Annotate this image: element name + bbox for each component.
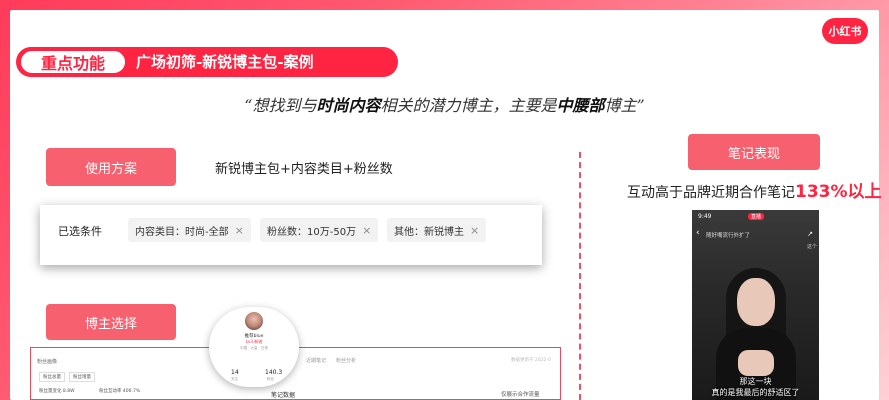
filter-label: 已选条件 xyxy=(58,225,102,238)
screen-tab-total[interactable]: 粉丝总量 xyxy=(39,372,65,382)
close-icon[interactable]: × xyxy=(235,224,244,237)
quote-bold-2: 中腰部 xyxy=(556,96,605,115)
perf-suffix: 以上 xyxy=(847,182,882,202)
filter-chip-category[interactable]: 内容类目：时尚-全部 × xyxy=(128,218,251,242)
phone-time: 9:49 xyxy=(698,213,712,220)
share-icon[interactable]: ↗ xyxy=(807,230,813,238)
stat-following-label: 关注 xyxy=(231,377,238,381)
phone-caption-2: 真的是我最后的舒适区了 xyxy=(711,388,800,397)
screen-row-1: 粉丝量变化 8.8W xyxy=(39,389,75,394)
portrait-face xyxy=(737,278,775,326)
phone-title: 随好嘴流行外扩了 xyxy=(706,233,751,239)
stat-followers-value: 140.3 xyxy=(265,369,283,376)
quote-part-3: 博主” xyxy=(604,96,645,115)
screen-checkbox[interactable]: 仅展示合作流量 xyxy=(501,390,540,398)
selected-filters-card: 已选条件 内容类目：时尚-全部 × 粉丝数：10万-50万 × 其他：新锐博主 … xyxy=(40,205,542,265)
filter-chip-followers[interactable]: 粉丝数：10万-50万 × xyxy=(260,218,379,242)
screen-tab-notes[interactable]: 近期笔记 xyxy=(306,357,326,364)
banner-title: 广场初筛-新锐博主包-案例 xyxy=(136,53,314,71)
quote-part-2: 相关的潜力博主，主要是 xyxy=(380,96,557,115)
usage-plan-button[interactable]: 使用方案 xyxy=(46,148,176,186)
performance-text: 互动高于品牌近期合作笔记133%以上 xyxy=(627,177,882,202)
phone-side-text: 这个 xyxy=(806,244,817,250)
quote-part-1: “想找到与 xyxy=(244,96,317,115)
screen-time: 数据更新于 2022-0 xyxy=(511,358,551,363)
brand-logo: 小红书 xyxy=(822,18,868,44)
section-divider xyxy=(579,152,581,400)
avatar xyxy=(245,312,263,330)
blogger-tag: Lv3 新锐 xyxy=(245,339,263,344)
screen-row-2: 粉丝互动率 406.7% xyxy=(99,389,141,394)
portrait-hands xyxy=(738,350,774,376)
chip-label: 粉丝数：10万-50万 xyxy=(267,226,357,238)
perf-prefix: 互动高于品牌近期合作笔记 xyxy=(627,185,795,201)
close-icon[interactable]: × xyxy=(470,224,479,237)
stat-followers-label: 粉丝 xyxy=(267,377,274,381)
banner-tag: 重点功能 xyxy=(19,49,127,75)
screen-tab-fans[interactable]: 粉丝分析 xyxy=(336,357,356,364)
screen-tab-growth[interactable]: 粉丝增量 xyxy=(69,372,95,382)
close-icon[interactable]: × xyxy=(362,224,371,237)
note-performance-button[interactable]: 笔记表现 xyxy=(688,134,820,170)
screen-title: 粉丝画像 xyxy=(37,359,58,365)
perf-value: 133% xyxy=(795,182,848,202)
chip-label: 其他：新锐博主 xyxy=(394,226,464,238)
quote-text: “想找到与时尚内容相关的潜力博主，主要是中腰部博主” xyxy=(0,92,889,116)
chip-label: 内容类目：时尚-全部 xyxy=(135,226,229,238)
blogger-info: 中国 · 大量 · 日常 xyxy=(240,346,268,350)
blogger-select-button[interactable]: 博主选择 xyxy=(46,304,176,340)
blogger-card-popup[interactable]: 推荐blue Lv3 新锐 中国 · 大量 · 日常 14 关注 140.3 粉… xyxy=(209,307,299,387)
back-icon[interactable]: ‹ xyxy=(696,228,700,238)
filter-chip-other[interactable]: 其他：新锐博主 × xyxy=(387,218,487,242)
live-badge: 直播 xyxy=(748,213,765,220)
phone-caption-1: 那这一块 xyxy=(739,377,772,386)
screen-note-section: 笔记数据 xyxy=(271,392,296,399)
stat-following-value: 14 xyxy=(231,369,239,376)
usage-plan-text: 新锐博主包+内容类目+粉丝数 xyxy=(215,162,393,177)
phone-screenshot: 9:49 直播 ‹ 随好嘴流行外扩了 ↗ 这个 那这一块 真的是我最后的舒适区了 xyxy=(692,210,819,400)
quote-bold-1: 时尚内容 xyxy=(316,96,381,115)
